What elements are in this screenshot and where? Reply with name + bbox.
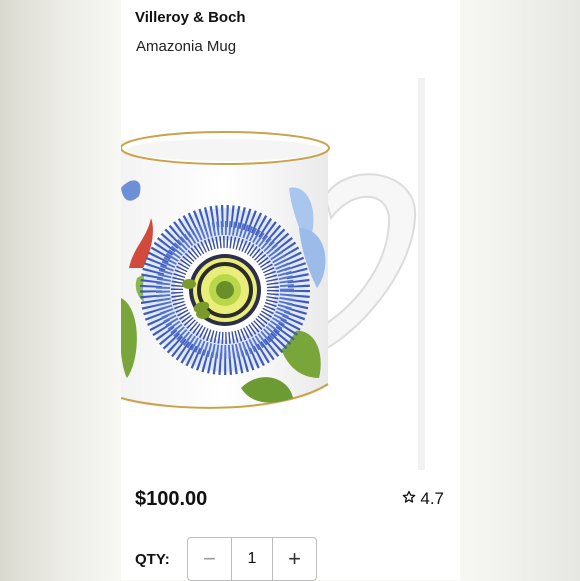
mug-illustration [121,131,417,410]
decrement-button[interactable]: − [188,538,231,580]
quantity-stepper: − 1 + [187,537,317,581]
increment-button[interactable]: + [273,538,316,580]
rating-value: 4.7 [420,489,444,508]
brand-name[interactable]: Villeroy & Boch [135,9,246,26]
product-name: Amazonia Mug [136,38,237,55]
star-outline-icon [402,489,416,509]
carousel-divider [418,78,425,470]
product-image[interactable] [121,78,418,470]
next-image-preview[interactable] [425,78,460,470]
rating-badge[interactable]: 4.7 [402,489,444,509]
quantity-label: QTY: [135,551,170,568]
quantity-value[interactable]: 1 [231,538,273,580]
product-card: Villeroy & Boch Amazonia Mug $100.00 4.7… [121,0,460,581]
product-price: $100.00 [135,488,208,510]
